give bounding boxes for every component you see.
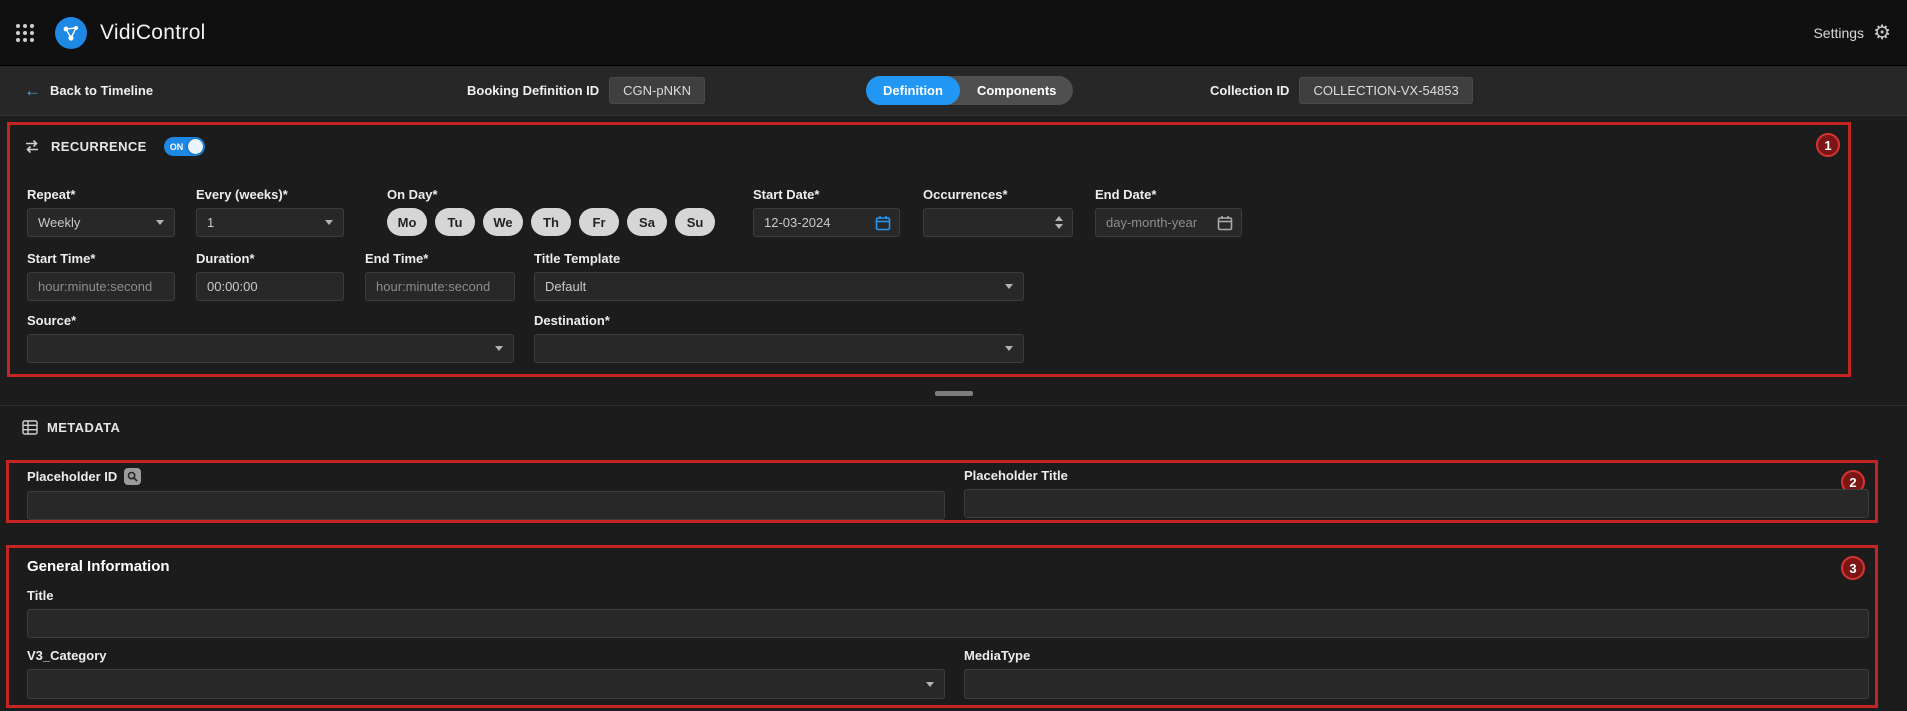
day-pill-th[interactable]: Th xyxy=(531,208,571,236)
toggle-on-label: ON xyxy=(170,142,184,152)
title-template-value: Default xyxy=(545,279,586,294)
chevron-down-icon xyxy=(325,220,333,225)
end-date-placeholder: day-month-year xyxy=(1106,215,1197,230)
day-pill-su[interactable]: Su xyxy=(675,208,715,236)
top-left-group: VidiControl xyxy=(16,0,206,65)
metadata-title: METADATA xyxy=(47,420,120,435)
duration-label: Duration* xyxy=(196,251,344,266)
on-day-label: On Day* xyxy=(387,187,717,202)
placeholder-id-label: Placeholder ID xyxy=(27,469,117,484)
settings-group[interactable]: Settings ⚙ xyxy=(1813,0,1891,65)
end-date-label: End Date* xyxy=(1095,187,1242,202)
back-arrow-icon: ← xyxy=(24,81,41,101)
settings-label[interactable]: Settings xyxy=(1813,25,1864,41)
metadata-grid-icon xyxy=(22,420,38,435)
app-title: VidiControl xyxy=(100,21,206,45)
title-label: Title xyxy=(27,588,1869,603)
v3-category-label: V3_Category xyxy=(27,648,945,663)
repeat-select[interactable]: Weekly xyxy=(27,208,175,237)
top-bar: VidiControl Settings ⚙ xyxy=(0,0,1907,66)
calendar-icon[interactable] xyxy=(875,215,891,231)
booking-definition-group: Booking Definition ID CGN-pNKN xyxy=(467,66,705,115)
placeholder-panel: 2 Placeholder ID Placeholder Title xyxy=(6,460,1878,523)
title-input[interactable] xyxy=(27,609,1869,638)
chevron-down-icon xyxy=(495,346,503,351)
apps-grid-icon[interactable] xyxy=(16,24,34,42)
recurrence-header: RECURRENCE ON xyxy=(22,137,205,156)
tab-definition[interactable]: Definition xyxy=(866,76,960,105)
metadata-header: METADATA xyxy=(22,420,120,435)
chevron-down-icon xyxy=(926,682,934,687)
start-time-label: Start Time* xyxy=(27,251,175,266)
booking-definition-label: Booking Definition ID xyxy=(467,83,599,98)
end-time-label: End Time* xyxy=(365,251,515,266)
general-information-title: General Information xyxy=(27,558,170,575)
every-weeks-label: Every (weeks)* xyxy=(196,187,344,202)
collection-value: COLLECTION-VX-54853 xyxy=(1299,77,1472,104)
placeholder-title-input[interactable] xyxy=(964,489,1869,518)
recurrence-panel: 1 RECURRENCE ON Repeat* Weekly Every (we… xyxy=(7,122,1851,377)
start-date-value: 12-03-2024 xyxy=(764,215,831,230)
every-weeks-value: 1 xyxy=(207,215,214,230)
spinner-icon[interactable] xyxy=(1055,216,1063,229)
title-template-label: Title Template xyxy=(534,251,1024,266)
repeat-label: Repeat* xyxy=(27,187,175,202)
recurrence-toggle[interactable]: ON xyxy=(164,137,205,156)
splitter-handle[interactable] xyxy=(935,391,973,396)
annotation-badge-1: 1 xyxy=(1816,133,1840,157)
chevron-down-icon xyxy=(1005,346,1013,351)
calendar-icon[interactable] xyxy=(1217,215,1233,231)
booking-definition-value: CGN-pNKN xyxy=(609,77,705,104)
view-switch: Definition Components xyxy=(866,66,1073,115)
tab-components[interactable]: Components xyxy=(960,76,1073,105)
duration-input[interactable] xyxy=(196,272,344,301)
toolbar: ← Back to Timeline Booking Definition ID… xyxy=(0,66,1907,116)
end-time-input[interactable] xyxy=(365,272,515,301)
start-time-input[interactable] xyxy=(27,272,175,301)
recurrence-title: RECURRENCE xyxy=(51,139,147,154)
destination-select[interactable] xyxy=(534,334,1024,363)
start-date-label: Start Date* xyxy=(753,187,900,202)
general-information-panel: 3 General Information Title V3_Category … xyxy=(6,545,1878,708)
chevron-down-icon xyxy=(1005,284,1013,289)
chevron-down-icon xyxy=(156,220,164,225)
search-icon[interactable] xyxy=(124,468,141,485)
every-weeks-select[interactable]: 1 xyxy=(196,208,344,237)
day-pill-fr[interactable]: Fr xyxy=(579,208,619,236)
media-type-input[interactable] xyxy=(964,669,1869,699)
day-pill-group: Mo Tu We Th Fr Sa Su xyxy=(387,208,717,236)
title-template-select[interactable]: Default xyxy=(534,272,1024,301)
placeholder-id-input[interactable] xyxy=(27,491,945,520)
day-pill-tu[interactable]: Tu xyxy=(435,208,475,236)
vidicontrol-logo-icon xyxy=(54,16,88,50)
section-divider xyxy=(0,405,1907,406)
end-date-input[interactable]: day-month-year xyxy=(1095,208,1242,237)
repeat-icon xyxy=(22,139,42,154)
source-select[interactable] xyxy=(27,334,514,363)
day-pill-sa[interactable]: Sa xyxy=(627,208,667,236)
back-label: Back to Timeline xyxy=(50,83,153,98)
annotation-badge-3: 3 xyxy=(1841,556,1865,580)
definition-components-toggle: Definition Components xyxy=(866,76,1073,105)
media-type-label: MediaType xyxy=(964,648,1869,663)
collection-label: Collection ID xyxy=(1210,83,1289,98)
toggle-knob xyxy=(188,139,203,154)
occurrences-input[interactable] xyxy=(923,208,1073,237)
repeat-value: Weekly xyxy=(38,215,80,230)
collection-group: Collection ID COLLECTION-VX-54853 xyxy=(1210,66,1473,115)
occurrences-label: Occurrences* xyxy=(923,187,1073,202)
destination-label: Destination* xyxy=(534,313,1024,328)
day-pill-mo[interactable]: Mo xyxy=(387,208,427,236)
back-to-timeline-button[interactable]: ← Back to Timeline xyxy=(24,66,153,115)
start-date-input[interactable]: 12-03-2024 xyxy=(753,208,900,237)
source-label: Source* xyxy=(27,313,514,328)
v3-category-select[interactable] xyxy=(27,669,945,699)
gear-icon[interactable]: ⚙ xyxy=(1873,23,1891,43)
placeholder-title-label: Placeholder Title xyxy=(964,468,1869,483)
day-pill-we[interactable]: We xyxy=(483,208,523,236)
